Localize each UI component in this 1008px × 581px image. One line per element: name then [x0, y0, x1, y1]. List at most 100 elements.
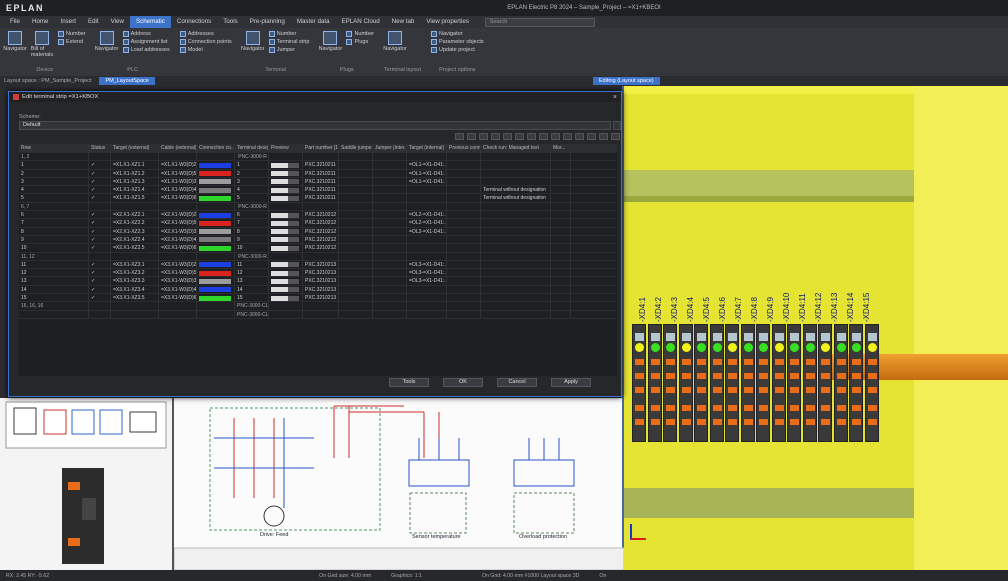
menu-item-insert[interactable]: Insert: [55, 16, 82, 28]
grid-tool-button[interactable]: [599, 133, 608, 140]
table-row[interactable]: 6, 7 PNC-3000-R: [19, 202, 617, 212]
terminal-3d[interactable]: [694, 324, 708, 442]
column-header[interactable]: Terminal desig...: [235, 144, 269, 152]
table-row[interactable]: 2 ✓ =X1.X1-XZ1.2 =X1.X1-W3(D)5 2 PXC.3210211 =…: [19, 169, 617, 178]
column-header[interactable]: Cable (external): [159, 144, 197, 152]
ribbon-big-button[interactable]: Navigator: [319, 31, 342, 52]
terminal-3d[interactable]: [678, 324, 693, 442]
ribbon-big-button[interactable]: Navigator: [241, 31, 265, 52]
terminal-3d[interactable]: [725, 324, 739, 442]
ok-button[interactable]: OK: [443, 378, 483, 387]
grid-tool-button[interactable]: [551, 133, 560, 140]
table-row[interactable]: 1, 2 PNC-3000-R: [19, 153, 617, 162]
column-header[interactable]: Previous conne...: [447, 144, 481, 152]
terminal-3d[interactable]: [632, 324, 646, 442]
table-row[interactable]: 4 ✓ =X1.X1-XZ1.4 =X1.X1-W3(D)4 4 PXC.3210211 T…: [19, 186, 617, 195]
close-icon[interactable]: ×: [613, 94, 617, 101]
grid-tool-button[interactable]: [515, 133, 524, 140]
terminal-grid[interactable]: Row Status Target (external) Cable (externa…: [19, 144, 617, 376]
menu-item-edit[interactable]: Edit: [82, 16, 105, 28]
search-input[interactable]: Search: [484, 17, 595, 27]
table-row[interactable]: 9 ✓ =X2.X1-XZ2.4 =X2.X1-W3(D)4 9 PXC.3210212: [19, 235, 617, 245]
menu-item-master-data[interactable]: Master data: [291, 16, 336, 28]
ribbon-big-button[interactable]: Bill of materials: [31, 31, 53, 58]
ribbon-small-button[interactable]: Extend: [58, 39, 86, 45]
grid-tool-button[interactable]: [563, 133, 572, 140]
ribbon-small-button[interactable]: Number: [268, 31, 310, 37]
schematic-page[interactable]: Drive: Feed Sensor temperature Overload …: [172, 398, 625, 571]
grid-tool-button[interactable]: [575, 133, 584, 140]
ribbon-big-button[interactable]: Navigator: [95, 31, 118, 52]
thumbnail-panel[interactable]: [0, 398, 172, 570]
scheme-select[interactable]: Default: [19, 121, 611, 130]
scheme-more-button[interactable]: [613, 121, 621, 130]
menu-item-pre-planning[interactable]: Pre-planning: [244, 16, 291, 28]
terminal-3d[interactable]: [787, 324, 801, 442]
terminal-3d[interactable]: [818, 324, 832, 442]
grid-tool-button[interactable]: [527, 133, 536, 140]
grid-tool-button[interactable]: [455, 133, 464, 140]
terminal-3d[interactable]: [771, 324, 786, 442]
menu-item-tools[interactable]: Tools: [217, 16, 243, 28]
terminal-3d[interactable]: [833, 324, 848, 442]
column-header[interactable]: Preview: [269, 144, 303, 152]
ribbon-small-button[interactable]: Load addresses: [122, 47, 170, 53]
table-row[interactable]: 7 ✓ =X2.X1-XZ2.2 =X2.X1-W3(D)5 7 PXC.3210212 =…: [19, 219, 617, 228]
table-row[interactable]: 15 ✓ =X3.X1-XZ3.5 =X3.X1-W3(D)6 15 PXC.321021…: [19, 294, 617, 303]
terminal-3d[interactable]: [802, 324, 817, 442]
menu-item-view[interactable]: View: [105, 16, 130, 28]
column-header[interactable]: Target (internal): [407, 144, 447, 152]
ribbon-small-button[interactable]: Plugs: [346, 39, 374, 45]
ribbon-small-button[interactable]: Update project: [431, 47, 484, 53]
menu-item-connections[interactable]: Connections: [171, 16, 217, 28]
ribbon-small-button[interactable]: Addresses: [179, 31, 232, 37]
menu-item-home[interactable]: Home: [26, 16, 55, 28]
terminal-3d[interactable]: [756, 324, 770, 442]
table-row[interactable]: 14 ✓ =X3.X1-XZ3.4 =X3.X1-W3(D)4 14 PXC.321021…: [19, 285, 617, 295]
column-header[interactable]: Check run: Managed text: [481, 144, 551, 152]
column-header[interactable]: Connection co...: [197, 144, 235, 152]
tab-editing-layout[interactable]: Editing (Layout space): [592, 77, 660, 85]
ribbon-small-button[interactable]: Model: [179, 47, 232, 53]
grid-tool-button[interactable]: [587, 133, 596, 140]
terminal-3d[interactable]: [647, 324, 662, 442]
apply-button[interactable]: Apply: [551, 378, 591, 387]
menu-item-new-tab[interactable]: New tab: [386, 16, 421, 28]
tab-layout-space[interactable]: PM_LayoutSpace: [99, 77, 155, 85]
ribbon-small-button[interactable]: Jumper: [268, 47, 310, 53]
ribbon-small-button[interactable]: Navigator: [431, 31, 484, 37]
table-row[interactable]: 13 ✓ =X3.X1-XZ3.3 =X3.X1-W3(D)3 13 PXC.321021…: [19, 277, 617, 286]
terminal-strip-3d[interactable]: [632, 324, 884, 444]
grid-tool-button[interactable]: [479, 133, 488, 140]
ribbon-small-button[interactable]: Number: [346, 31, 374, 37]
table-row[interactable]: 1 ✓ =X1.X1-XZ1.1 =X1.X1-W3(D)2 1 PXC.3210211 =…: [19, 161, 617, 170]
terminal-3d[interactable]: [864, 324, 879, 442]
column-header[interactable]: Jumper (inter...: [373, 144, 407, 152]
column-header[interactable]: Target (external): [111, 144, 159, 152]
table-row[interactable]: 12 ✓ =X3.X1-XZ3.2 =X3.X1-W3(D)5 12 PXC.321021…: [19, 269, 617, 278]
grid-tool-button[interactable]: [611, 133, 620, 140]
table-row[interactable]: 6 ✓ =X2.X1-XZ2.1 =X2.X1-W3(D)2 6 PXC.3210212 =…: [19, 211, 617, 220]
terminal-3d[interactable]: [849, 324, 863, 442]
menu-item-file[interactable]: File: [4, 16, 26, 28]
ribbon-big-button[interactable]: Navigator: [3, 31, 27, 52]
menu-item-schematic[interactable]: Schematic: [129, 16, 171, 28]
terminal-3d[interactable]: [709, 324, 724, 442]
ribbon-small-button[interactable]: Address: [122, 31, 170, 37]
ribbon-small-button[interactable]: Parameter objects: [431, 39, 484, 45]
terminal-3d[interactable]: [740, 324, 755, 442]
column-header[interactable]: Part number [1]: [303, 144, 339, 152]
menu-item-eplan-cloud[interactable]: EPLAN Cloud: [335, 16, 385, 28]
table-row[interactable]: 5 ✓ =X1.X1-XZ1.5 =X1.X1-W3(D)6 5 PXC.3210211 T…: [19, 194, 617, 203]
ribbon-small-button[interactable]: Connection points: [179, 39, 232, 45]
grid-tool-button[interactable]: [467, 133, 476, 140]
ribbon-small-button[interactable]: Assignment list: [122, 39, 170, 45]
table-row[interactable]: 3 ✓ =X1.X1-XZ1.3 =X1.X1-W3(D)3 3 PXC.3210211 =…: [19, 177, 617, 187]
column-header[interactable]: Mor...: [551, 144, 571, 152]
column-header[interactable]: Row: [19, 144, 89, 152]
table-row[interactable]: 11 ✓ =X3.X1-XZ3.1 =X3.X1-W3(D)2 11 PXC.321021…: [19, 260, 617, 270]
ribbon-small-button[interactable]: Number: [58, 31, 86, 37]
tools-button[interactable]: Tools: [389, 378, 429, 387]
menu-item-view-properties[interactable]: View properties: [420, 16, 475, 28]
table-row[interactable]: PNC-3000-CLMP: [19, 310, 617, 319]
